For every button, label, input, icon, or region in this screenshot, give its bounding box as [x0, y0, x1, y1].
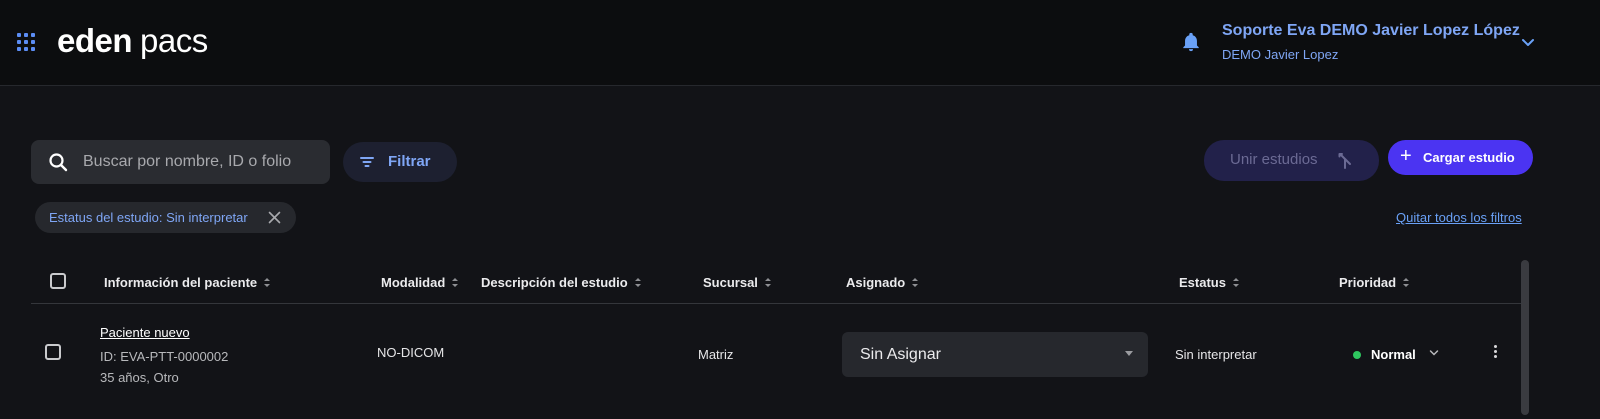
sort-icon — [634, 278, 641, 288]
top-bar: eden pacs Soporte Eva DEMO Javier Lopez L… — [0, 0, 1600, 86]
column-header-description[interactable]: Descripción del estudio — [481, 275, 642, 290]
priority-status-dot — [1353, 351, 1361, 359]
search-box[interactable] — [31, 140, 330, 184]
filter-icon — [360, 157, 374, 167]
column-label: Asignado — [846, 275, 906, 290]
sort-icon — [1403, 278, 1410, 288]
patient-details: 35 años, Otro — [100, 370, 179, 385]
eden-pacs-logo[interactable]: eden pacs — [57, 21, 208, 61]
chevron-down-icon[interactable] — [1520, 34, 1536, 50]
merge-studies-button[interactable]: Unir estudios — [1204, 140, 1379, 181]
patient-name-link[interactable]: Paciente nuevo — [100, 325, 190, 340]
column-label: Prioridad — [1339, 275, 1397, 290]
bell-icon[interactable] — [1180, 31, 1202, 53]
logo-word-pacs: pacs — [140, 22, 208, 59]
priority-value: Normal — [1371, 347, 1416, 362]
filter-button-label: Filtrar — [388, 153, 431, 170]
column-header-status[interactable]: Estatus — [1179, 275, 1240, 290]
column-label: Modalidad — [381, 275, 446, 290]
sort-icon — [764, 278, 771, 288]
close-icon[interactable] — [268, 211, 281, 224]
patient-id: ID: EVA-PTT-0000002 — [100, 349, 229, 364]
active-filter-chip: Estatus del estudio: Sin interpretar — [35, 202, 296, 233]
active-filter-label: Estatus del estudio: Sin interpretar — [49, 210, 248, 225]
filter-button[interactable]: Filtrar — [343, 142, 457, 182]
sort-icon — [452, 278, 459, 288]
user-name[interactable]: Soporte Eva DEMO Javier Lopez López — [1222, 22, 1520, 40]
column-header-branch[interactable]: Sucursal — [703, 275, 772, 290]
plus-icon: + — [1400, 145, 1412, 167]
sort-icon — [1232, 278, 1239, 288]
column-header-priority[interactable]: Prioridad — [1339, 275, 1410, 290]
upload-study-label: Cargar estudio — [1423, 150, 1515, 165]
clear-all-filters-link[interactable]: Quitar todos los filtros — [1396, 210, 1522, 225]
table-header: Información del paciente Modalidad Descr… — [31, 262, 1525, 304]
assignee-value: Sin Asignar — [860, 346, 941, 363]
column-label: Información del paciente — [104, 275, 258, 290]
vertical-scrollbar[interactable] — [1521, 260, 1529, 415]
chevron-down-icon[interactable] — [1429, 349, 1439, 357]
logo-word-eden: eden — [57, 22, 133, 59]
column-label: Descripción del estudio — [481, 275, 628, 290]
branch-value: Matriz — [698, 347, 734, 362]
upload-study-button[interactable]: + Cargar estudio — [1388, 140, 1533, 175]
user-organization: DEMO Javier Lopez — [1222, 47, 1339, 62]
merge-studies-label: Unir estudios — [1230, 151, 1318, 168]
select-all-checkbox[interactable] — [50, 273, 66, 289]
column-label: Estatus — [1179, 275, 1226, 290]
table-row[interactable]: Paciente nuevo ID: EVA-PTT-0000002 35 añ… — [31, 305, 1525, 415]
caret-down-icon — [1125, 351, 1133, 356]
search-input[interactable] — [83, 140, 326, 184]
column-header-patient[interactable]: Información del paciente — [104, 275, 271, 290]
status-value: Sin interpretar — [1175, 347, 1257, 362]
column-label: Sucursal — [703, 275, 758, 290]
modality-value: NO-DICOM — [377, 345, 445, 360]
column-header-assigned[interactable]: Asignado — [846, 275, 919, 290]
apps-grid-icon[interactable] — [17, 33, 35, 51]
search-icon — [49, 153, 68, 172]
merge-icon — [1338, 153, 1351, 169]
sort-icon — [912, 278, 919, 288]
row-more-options-icon[interactable] — [1489, 343, 1503, 361]
row-checkbox[interactable] — [45, 344, 61, 360]
assignee-select[interactable]: Sin Asignar — [842, 332, 1148, 377]
column-header-modality[interactable]: Modalidad — [381, 275, 459, 290]
sort-icon — [264, 278, 271, 288]
